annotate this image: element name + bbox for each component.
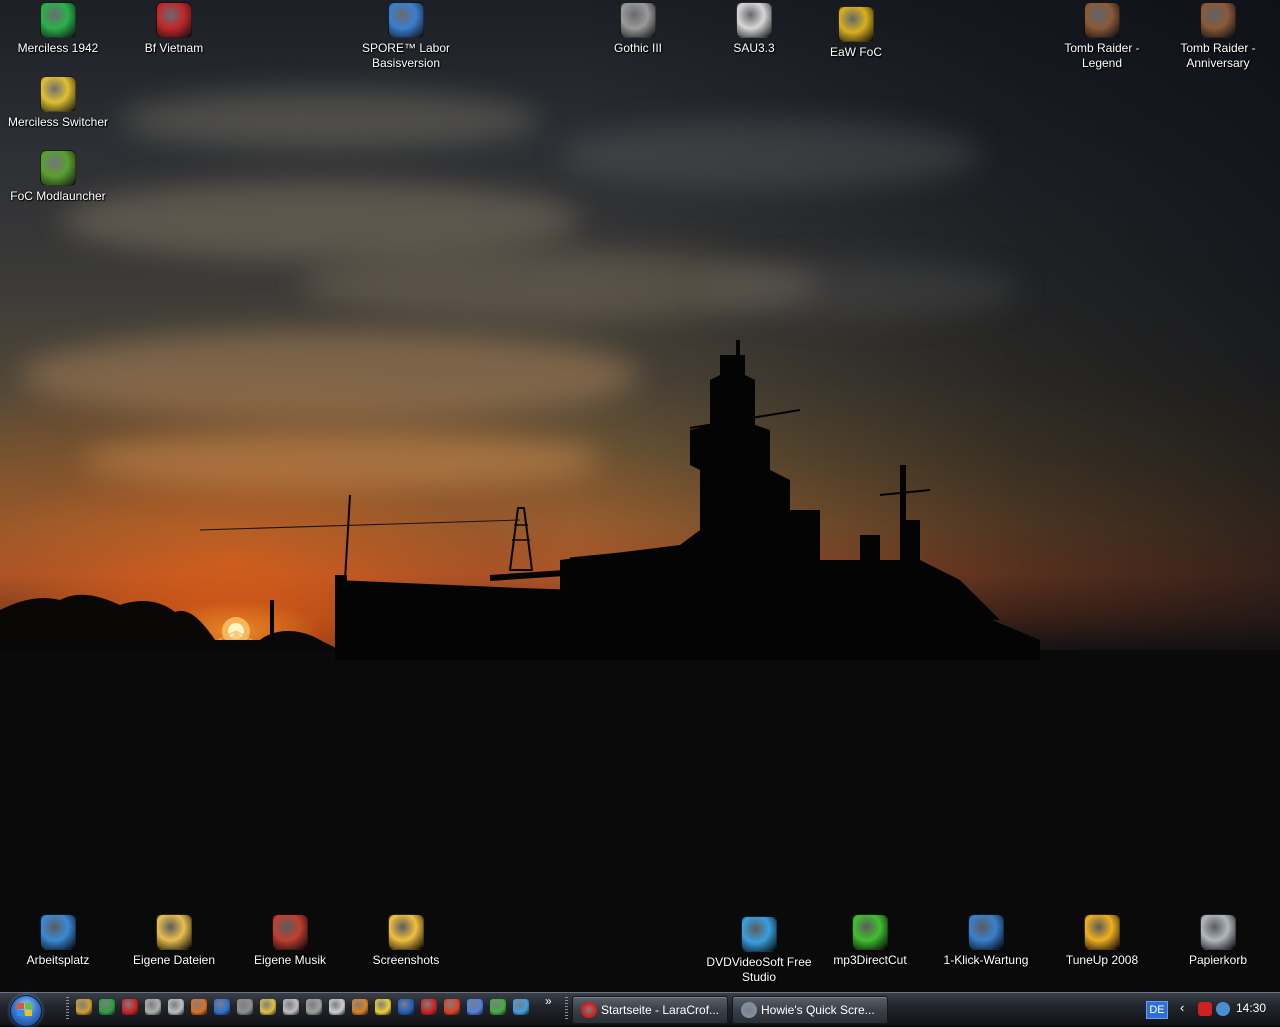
- quick-launch-icon[interactable]: [467, 999, 483, 1015]
- quick-launch-icon[interactable]: [214, 999, 230, 1015]
- desktop-icon-label: 1-Klick-Wartung: [943, 953, 1029, 967]
- quick-launch-icon[interactable]: [398, 999, 414, 1015]
- taskbar-button[interactable]: Startseite - LaraCrof...: [572, 996, 728, 1024]
- taskbar-separator: [565, 997, 568, 1021]
- taskbar-button-label: Howie's Quick Scre...: [761, 1003, 875, 1017]
- desktop-icon-label: SAU3.3: [733, 41, 775, 55]
- quick-launch-icon[interactable]: [191, 999, 207, 1015]
- one-click-maintenance-icon: [968, 914, 1004, 950]
- quick-launch-icon[interactable]: [145, 999, 161, 1015]
- quick-launch-icon[interactable]: [122, 999, 138, 1015]
- mp3directcut-icon: [852, 914, 888, 950]
- quick-launch-icon[interactable]: [237, 999, 253, 1015]
- tomb-raider-legend-icon: [1084, 2, 1120, 38]
- antivirus-tray-icon[interactable]: [1198, 1002, 1212, 1016]
- foc-modlauncher-icon: [40, 150, 76, 186]
- desktop-icon-label: Gothic III: [613, 41, 663, 55]
- desktop-icon-computer[interactable]: Arbeitsplatz: [0, 914, 116, 968]
- desktop-icon-label: Bf Vietnam: [144, 41, 204, 55]
- desktop-icon-label: Screenshots: [372, 953, 440, 967]
- quick-launch-icon[interactable]: [260, 999, 276, 1015]
- desktop-icon-label: Eigene Dateien: [132, 953, 216, 967]
- taskbar-button-label: Startseite - LaraCrof...: [601, 1003, 720, 1017]
- desktop-icon-mp3directcut[interactable]: mp3DirectCut: [812, 914, 928, 968]
- quick-launch-icon[interactable]: [490, 999, 506, 1015]
- quick-launch-icon[interactable]: [329, 999, 345, 1015]
- opera-icon: [581, 1002, 597, 1018]
- desktop-icon-label: Arbeitsplatz: [26, 953, 90, 967]
- desktop-icon-label: FoC Modlauncher: [10, 189, 106, 203]
- merciless-1942-icon: [40, 2, 76, 38]
- desktop-icon-label: Tomb Raider - Anniversary: [1180, 41, 1256, 70]
- start-button[interactable]: [6, 993, 46, 1027]
- desktop-icon-label: DVDVideoSoft Free Studio: [706, 955, 812, 984]
- desktop-icon-label: Eigene Musik: [253, 953, 327, 967]
- network-tray-icon[interactable]: [1216, 1002, 1230, 1016]
- desktop-icon-label: Merciless Switcher: [7, 115, 109, 129]
- tomb-raider-anniversary-icon: [1200, 2, 1236, 38]
- quick-launch-icon[interactable]: [99, 999, 115, 1015]
- desktop-wallpaper: [0, 0, 1280, 992]
- camera-icon: [741, 1002, 757, 1018]
- quick-launch-icon[interactable]: [375, 999, 391, 1015]
- gothic-icon: [620, 2, 656, 38]
- my-documents-icon: [156, 914, 192, 950]
- desktop-icon-label: Tomb Raider - Legend: [1064, 41, 1140, 70]
- quick-launch-icon[interactable]: [76, 999, 92, 1015]
- desktop-icon-label: SPORE™ Labor Basisversion: [361, 41, 451, 70]
- quick-launch-icon[interactable]: [306, 999, 322, 1015]
- desktop-icon-label: TuneUp 2008: [1065, 953, 1139, 967]
- desktop-icon-my-documents[interactable]: Eigene Dateien: [116, 914, 232, 968]
- desktop-icon-tuneup[interactable]: TuneUp 2008: [1044, 914, 1160, 968]
- windows-flag-icon: [17, 1003, 33, 1017]
- language-indicator[interactable]: DE: [1146, 1001, 1168, 1019]
- computer-icon: [40, 914, 76, 950]
- desktop-icon-recycle-bin[interactable]: Papierkorb: [1160, 914, 1276, 968]
- tuneup-icon: [1084, 914, 1120, 950]
- clock[interactable]: 14:30: [1236, 1001, 1266, 1015]
- quick-launch-more-button[interactable]: »: [545, 994, 552, 1008]
- recycle-bin-icon: [1200, 914, 1236, 950]
- desktop-icon-my-music[interactable]: Eigene Musik: [232, 914, 348, 968]
- desktop-icon-spore[interactable]: SPORE™ Labor Basisversion: [348, 2, 464, 71]
- desktop-icon-tomb-raider-legend[interactable]: Tomb Raider - Legend: [1044, 2, 1160, 71]
- desktop-icon-bf-vietnam[interactable]: Bf Vietnam: [116, 2, 232, 56]
- battleship-silhouette: [0, 340, 1280, 992]
- quick-launch-icon[interactable]: [444, 999, 460, 1015]
- desktop-icon-foc-modlauncher[interactable]: FoC Modlauncher: [0, 150, 116, 204]
- desktop-icon-label: mp3DirectCut: [833, 953, 907, 967]
- taskbar-separator: [66, 997, 69, 1021]
- dvdvideosoft-icon: [741, 916, 777, 952]
- desktop-icon-folder[interactable]: Screenshots: [348, 914, 464, 968]
- folder-icon: [388, 914, 424, 950]
- desktop-icon-label: Merciless 1942: [17, 41, 99, 55]
- quick-launch-icon[interactable]: [352, 999, 368, 1015]
- desktop-icon-label: EaW FoC: [829, 45, 882, 59]
- desktop-icon-one-click-maintenance[interactable]: 1-Klick-Wartung: [928, 914, 1044, 968]
- desktop-icon-merciless-switcher[interactable]: Merciless Switcher: [0, 76, 116, 130]
- tray-expand-arrow[interactable]: ‹: [1180, 1000, 1184, 1015]
- spore-icon: [388, 2, 424, 38]
- quick-launch-icon[interactable]: [168, 999, 184, 1015]
- desktop-icon-gothic[interactable]: Gothic III: [580, 2, 696, 56]
- bf-vietnam-icon: [156, 2, 192, 38]
- sau3-icon: [736, 2, 772, 38]
- desktop-icon-tomb-raider-anniversary[interactable]: Tomb Raider - Anniversary: [1160, 2, 1276, 71]
- merciless-switcher-icon: [40, 76, 76, 112]
- quick-launch-icon[interactable]: [513, 999, 529, 1015]
- desktop-icon-merciless-1942[interactable]: Merciless 1942: [0, 2, 116, 56]
- desktop-icon-sau3[interactable]: SAU3.3: [696, 2, 812, 56]
- desktop-icon-label: Papierkorb: [1188, 953, 1248, 967]
- desktop-icon-eaw-foc[interactable]: EaW FoC: [798, 6, 914, 60]
- my-music-icon: [272, 914, 308, 950]
- quick-launch-icon[interactable]: [421, 999, 437, 1015]
- desktop-icon-dvdvideosoft[interactable]: DVDVideoSoft Free Studio: [701, 916, 817, 985]
- taskbar-button[interactable]: Howie's Quick Scre...: [732, 996, 888, 1024]
- taskbar: » Startseite - LaraCrof... Howie's Quick …: [0, 992, 1280, 1027]
- eaw-foc-icon: [838, 6, 874, 42]
- quick-launch-icon[interactable]: [283, 999, 299, 1015]
- system-tray: DE ‹ 14:30: [1140, 993, 1280, 1025]
